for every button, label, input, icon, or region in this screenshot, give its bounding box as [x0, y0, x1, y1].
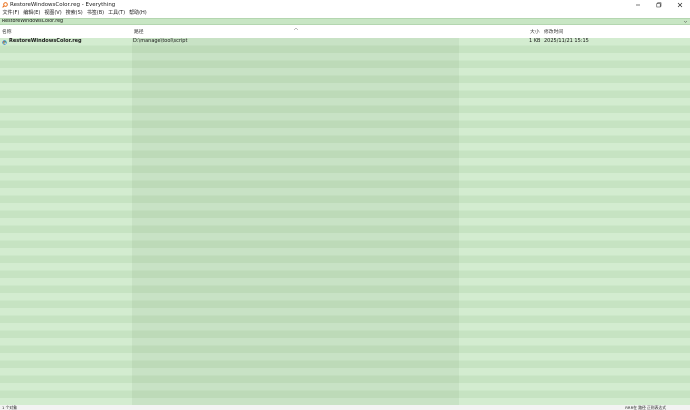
app-search-icon [2, 2, 8, 8]
column-name-header[interactable]: 名称 [2, 30, 12, 36]
column-header-row: 名称 路径 大小 修改时间 [0, 27, 690, 38]
menu-search[interactable]: 搜索(S) [64, 10, 84, 17]
status-object-count: 1 个对象 [2, 405, 18, 410]
menu-view[interactable]: 视图(V) [43, 10, 63, 17]
chevron-down-icon[interactable] [683, 19, 688, 24]
result-name: RestoreWindowsColor.reg [9, 38, 82, 44]
column-size-header[interactable]: 大小 [530, 30, 540, 36]
window-controls [627, 0, 690, 10]
status-search-options: RRR在 路径 正则表达式 [625, 405, 666, 410]
window-title: RestoreWindowsColor.reg - Everything [10, 2, 116, 8]
search-bar [0, 18, 690, 25]
result-size: 1 KB [529, 38, 541, 44]
result-path: D:\manage\tool\script [133, 38, 188, 44]
sort-ascending-icon [293, 27, 299, 32]
menu-bookmarks[interactable]: 书签(B) [85, 10, 105, 17]
results-list[interactable]: RestoreWindowsColor.reg D:\manage\tool\s… [0, 38, 690, 405]
reg-file-icon [2, 39, 7, 45]
minimize-button[interactable] [627, 0, 648, 10]
menu-tools[interactable]: 工具(T) [107, 10, 127, 17]
search-input[interactable] [2, 19, 672, 24]
result-modified: 2025/11/21 15:15 [544, 38, 589, 44]
close-button[interactable] [669, 0, 690, 10]
maximize-button[interactable] [648, 0, 669, 10]
menu-help[interactable]: 帮助(H) [128, 10, 149, 17]
everything-window: RestoreWindowsColor.reg - Everything 文件(… [0, 0, 690, 410]
menu-edit[interactable]: 编辑(E) [22, 10, 42, 17]
menu-file[interactable]: 文件(F) [1, 10, 21, 17]
column-modified-header[interactable]: 修改时间 [544, 30, 563, 36]
column-path-header[interactable]: 路径 [134, 30, 144, 36]
path-column-highlight [132, 38, 459, 405]
title-bar: RestoreWindowsColor.reg - Everything [0, 0, 690, 10]
menu-bar: 文件(F) 编辑(E) 视图(V) 搜索(S) 书签(B) 工具(T) 帮助(H… [0, 10, 690, 17]
status-bar: 1 个对象 RRR在 路径 正则表达式 [0, 405, 690, 410]
table-row[interactable]: RestoreWindowsColor.reg D:\manage\tool\s… [0, 38, 690, 46]
